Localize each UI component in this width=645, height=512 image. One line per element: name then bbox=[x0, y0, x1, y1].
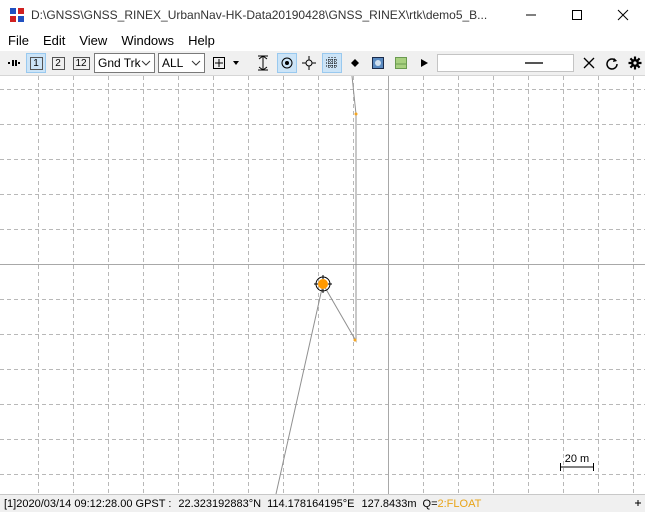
diamond-icon bbox=[351, 59, 359, 67]
plot-12-button[interactable]: 12 bbox=[71, 53, 91, 73]
sky-image-button[interactable] bbox=[368, 53, 388, 73]
clear-button[interactable] bbox=[579, 53, 599, 73]
map-image-icon bbox=[395, 57, 407, 69]
title-bar: D:\GNSS\GNSS_RINEX_UrbanNav-HK-Data20190… bbox=[0, 0, 645, 30]
close-icon bbox=[583, 57, 595, 69]
satellite-value: ALL bbox=[162, 56, 184, 70]
target-icon bbox=[281, 57, 293, 69]
status-datetime: 2020/03/14 09:12:28.00 GPST : bbox=[16, 497, 172, 510]
menu-bar: File Edit View Windows Help bbox=[0, 30, 645, 50]
toolbar: 1 2 12 Gnd Trk ALL bbox=[0, 51, 645, 76]
toolbar-handle[interactable] bbox=[4, 53, 24, 73]
status-latitude: 22.323192883°N bbox=[178, 497, 262, 510]
plot-1-button[interactable]: 1 bbox=[26, 53, 46, 73]
menu-windows[interactable]: Windows bbox=[115, 33, 180, 48]
satellite-select[interactable]: ALL bbox=[158, 53, 205, 73]
minimize-button[interactable] bbox=[508, 0, 554, 30]
float-point bbox=[354, 112, 358, 116]
marker-button[interactable] bbox=[345, 53, 365, 73]
grid-button[interactable] bbox=[322, 53, 342, 73]
point-button[interactable] bbox=[299, 53, 319, 73]
scale-label: 20 m bbox=[565, 453, 589, 465]
crosshair-box-icon bbox=[213, 57, 225, 69]
float-point bbox=[353, 338, 357, 342]
menu-edit[interactable]: Edit bbox=[37, 33, 71, 48]
plot-2-button[interactable]: 2 bbox=[48, 53, 68, 73]
status-bar: [1] 2020/03/14 09:12:28.00 GPST : 22.323… bbox=[0, 494, 645, 512]
ground-track-plot[interactable]: 20 m bbox=[0, 76, 645, 494]
scale-bar: 20 m bbox=[560, 453, 594, 471]
slider-thumb[interactable] bbox=[525, 62, 543, 64]
refresh-button[interactable] bbox=[602, 53, 622, 73]
close-icon bbox=[617, 9, 629, 21]
fit-vertical-icon bbox=[258, 55, 268, 71]
origin-dropdown[interactable] bbox=[229, 53, 243, 73]
plot-1-label: 1 bbox=[29, 56, 43, 70]
status-height: 127.8433m bbox=[361, 497, 417, 510]
caret-down-icon bbox=[233, 61, 239, 65]
app-icon bbox=[9, 7, 25, 23]
status-q-value: 2:FLOAT bbox=[437, 497, 482, 510]
refresh-icon bbox=[606, 58, 618, 70]
resize-grip-icon[interactable] bbox=[634, 499, 642, 507]
plot-type-value: Gnd Trk bbox=[98, 56, 141, 70]
time-slider[interactable] bbox=[437, 54, 574, 72]
status-longitude: 114.178164195°E bbox=[267, 497, 355, 510]
menu-view[interactable]: View bbox=[73, 33, 113, 48]
status-q-label: Q= bbox=[422, 497, 438, 510]
origin-button[interactable] bbox=[209, 53, 229, 73]
menu-file[interactable]: File bbox=[0, 33, 35, 48]
plot-type-select[interactable]: Gnd Trk bbox=[94, 53, 155, 73]
point-crosshair-icon bbox=[302, 56, 316, 70]
plot-2-label: 2 bbox=[51, 56, 65, 70]
map-image-button[interactable] bbox=[391, 53, 411, 73]
menu-help[interactable]: Help bbox=[182, 33, 221, 48]
center-button[interactable] bbox=[277, 53, 297, 73]
minimize-icon bbox=[526, 14, 536, 16]
plot-12-label: 12 bbox=[72, 56, 90, 70]
play-button[interactable] bbox=[414, 53, 434, 73]
grip-icon bbox=[8, 60, 20, 66]
settings-button[interactable] bbox=[625, 53, 645, 73]
plot-area[interactable]: 20 m bbox=[0, 76, 645, 494]
status-index: [1] bbox=[4, 497, 17, 510]
current-position-marker bbox=[314, 275, 332, 293]
grid-icon bbox=[326, 57, 338, 69]
maximize-button[interactable] bbox=[554, 0, 600, 30]
maximize-icon bbox=[572, 10, 582, 20]
window-title: D:\GNSS\GNSS_RINEX_UrbanNav-HK-Data20190… bbox=[31, 8, 488, 22]
sky-image-icon bbox=[372, 57, 384, 69]
play-icon bbox=[421, 59, 428, 67]
chevron-down-icon bbox=[141, 60, 151, 66]
close-button[interactable] bbox=[600, 0, 645, 30]
fit-vertical-button[interactable] bbox=[253, 53, 273, 73]
chevron-down-icon bbox=[191, 60, 201, 66]
gear-icon bbox=[628, 56, 642, 70]
